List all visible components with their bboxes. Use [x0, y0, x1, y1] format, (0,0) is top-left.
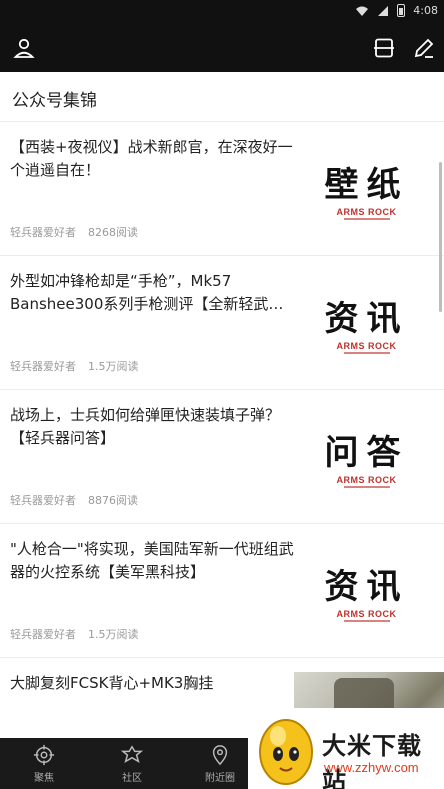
article-title: 【西装+夜视仪】战术新郎官，在深夜好一个逍遥自在！ — [10, 138, 293, 179]
article-source: 轻兵器爱好者 — [10, 628, 76, 641]
star-badge-icon — [121, 744, 143, 763]
article-meta: 轻兵器爱好者 1.5万阅读 — [10, 358, 139, 374]
edit-pen-icon — [414, 38, 434, 58]
watermark-url: www.zzhyw.com — [324, 760, 419, 775]
thumbnail-brand: ARMS ROCK — [336, 474, 397, 485]
article-item[interactable]: 战场上，士兵如何给弹匣快速装填子弹？【轻兵器问答】 轻兵器爱好者 8876阅读 … — [0, 390, 444, 524]
scrollbar[interactable] — [439, 162, 442, 312]
nav-community[interactable]: 社区 — [88, 738, 176, 789]
crosshair-icon — [33, 744, 55, 765]
wifi-icon — [356, 6, 369, 16]
article-meta: 轻兵器爱好者 8876阅读 — [10, 492, 138, 508]
article-source: 轻兵器爱好者 — [10, 494, 76, 507]
brand-underline — [343, 485, 390, 488]
thumbnail-word: 问答 — [324, 432, 409, 473]
thumbnail-word: 资讯 — [324, 298, 409, 339]
article-item[interactable]: 【西装+夜视仪】战术新郎官，在深夜好一个逍遥自在！ 轻兵器爱好者 8268阅读 … — [0, 122, 444, 256]
article-title: "人枪合一"将实现，美国陆军新一代班组武器的火控系统【美军黑科技】 — [10, 540, 294, 581]
download-site-watermark: 大米下载站 www.zzhyw.com — [248, 708, 444, 789]
article-reads: 1.5万阅读 — [88, 360, 139, 373]
nav-label: 附近圈 — [205, 772, 235, 784]
user-icon — [13, 38, 35, 58]
scan-icon — [374, 38, 394, 58]
article-meta: 轻兵器爱好者 1.5万阅读 — [10, 626, 139, 642]
thumbnail-word: 资讯 — [324, 566, 409, 607]
article-source: 轻兵器爱好者 — [10, 226, 76, 239]
article-meta: 轻兵器爱好者 8268阅读 — [10, 224, 138, 240]
top-bar — [0, 24, 444, 72]
article-reads: 8876阅读 — [88, 494, 138, 507]
nav-focus[interactable]: 聚焦 — [0, 738, 88, 789]
article-source: 轻兵器爱好者 — [10, 360, 76, 373]
thumbnail-brand: ARMS ROCK — [336, 608, 397, 619]
article-reads: 1.5万阅读 — [88, 628, 139, 641]
article-item[interactable]: 外型如冲锋枪却是“手枪”，Mk57 Banshee300系列手枪测评【全新轻武…… — [0, 256, 444, 390]
status-icons: 4:08 — [355, 4, 438, 17]
thumbnail-brand: ARMS ROCK — [336, 206, 397, 217]
profile-button[interactable] — [9, 33, 39, 63]
thumbnail-word: 壁纸 — [324, 164, 409, 205]
thumbnail-brand: ARMS ROCK — [336, 340, 397, 351]
article-title: 外型如冲锋枪却是“手枪”，Mk57 Banshee300系列手枪测评【全新轻武… — [10, 272, 284, 313]
egg-mascot-logo — [259, 719, 313, 785]
nav-label: 聚焦 — [34, 772, 54, 784]
article-thumbnail: 资讯 ARMS ROCK — [299, 554, 434, 634]
scan-button[interactable] — [369, 33, 399, 63]
status-time: 4:08 — [413, 4, 438, 17]
brand-underline — [343, 217, 390, 220]
article-thumbnail: 壁纸 ARMS ROCK — [299, 152, 434, 232]
article-thumbnail: 资讯 ARMS ROCK — [299, 286, 434, 366]
article-reads: 8268阅读 — [88, 226, 138, 239]
article-title: 战场上，士兵如何给弹匣快速装填子弹？【轻兵器问答】 — [10, 406, 281, 447]
brand-underline — [343, 351, 390, 354]
article-item[interactable]: "人枪合一"将实现，美国陆军新一代班组武器的火控系统【美军黑科技】 轻兵器爱好者… — [0, 524, 444, 658]
status-bar: 4:08 — [0, 0, 444, 24]
signal-icon — [378, 5, 389, 16]
battery-icon — [397, 4, 406, 17]
location-pin-icon — [212, 744, 228, 765]
article-list: 【西装+夜视仪】战术新郎官，在深夜好一个逍遥自在！ 轻兵器爱好者 8268阅读 … — [0, 122, 444, 738]
article-thumbnail: 问答 ARMS ROCK — [299, 420, 434, 500]
section-title: 公众号集锦 — [0, 72, 444, 122]
brand-underline — [343, 619, 390, 622]
nav-label: 社区 — [122, 772, 142, 784]
content-area: 公众号集锦 【西装+夜视仪】战术新郎官，在深夜好一个逍遥自在！ 轻兵器爱好者 8… — [0, 72, 444, 738]
watermark-title: 大米下载站 — [322, 732, 422, 789]
compose-button[interactable] — [409, 33, 439, 63]
